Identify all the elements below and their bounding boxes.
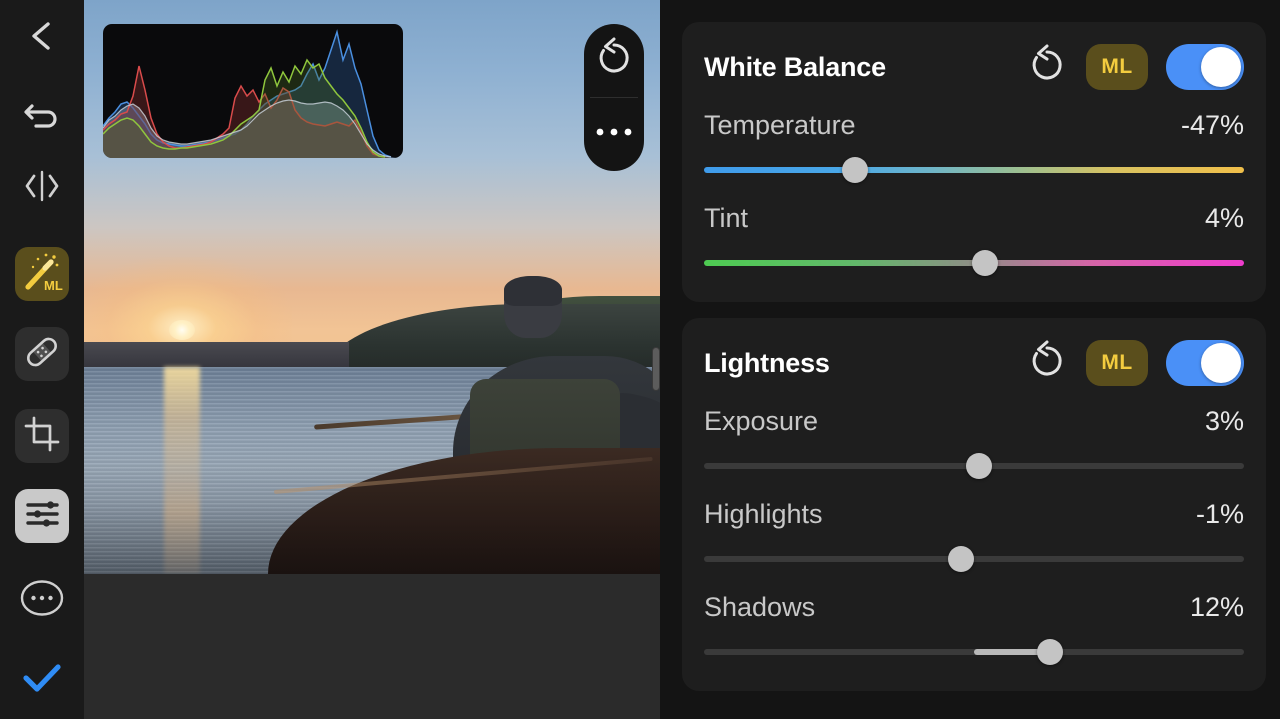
chevron-left-icon xyxy=(23,17,61,60)
card-header: Lightness ML xyxy=(704,340,1244,386)
slider-row: Temperature -47% xyxy=(704,110,1244,183)
revert-icon xyxy=(1025,43,1069,92)
header-actions: ML xyxy=(1026,340,1244,386)
slider[interactable] xyxy=(704,157,1244,183)
svg-text:ML: ML xyxy=(44,278,63,293)
more-dots-icon xyxy=(593,125,635,144)
slider-label-line: Temperature -47% xyxy=(704,110,1244,141)
slider-thumb[interactable] xyxy=(1036,639,1063,665)
more-circle-icon xyxy=(19,575,65,626)
slider-thumb[interactable] xyxy=(971,250,998,276)
checkmark-icon xyxy=(19,658,65,703)
section-toggle[interactable] xyxy=(1166,340,1244,386)
slider-label-line: Exposure 3% xyxy=(704,406,1244,437)
undo-button[interactable] xyxy=(0,88,84,144)
section-toggle[interactable] xyxy=(1166,44,1244,90)
done-button[interactable] xyxy=(0,652,84,708)
slider-row: Exposure 3% xyxy=(704,406,1244,479)
slider[interactable] xyxy=(704,546,1244,572)
toggle-knob xyxy=(1201,47,1241,87)
back-button[interactable] xyxy=(0,10,84,66)
section-card: Lightness ML Exposure 3% Highlights -1% Shadow… xyxy=(682,318,1266,691)
ml-badge-button[interactable]: ML xyxy=(1086,44,1148,90)
slider-value: -47% xyxy=(1180,110,1244,140)
section-reset-button[interactable] xyxy=(1026,44,1068,88)
section-card: White Balance ML Temperature -47% Tint 4% xyxy=(682,22,1266,302)
photo-editor: ML White Balance ML Temperature -47% Tin… xyxy=(0,0,1280,719)
adjust-button[interactable] xyxy=(0,488,84,544)
slider[interactable] xyxy=(704,639,1244,665)
histogram-overlay xyxy=(103,24,403,158)
section-reset-button[interactable] xyxy=(1026,340,1068,384)
slider-value: 12% xyxy=(1189,592,1244,622)
magic-wand-ml-icon: ML xyxy=(19,249,65,300)
bandage-icon xyxy=(23,333,61,376)
slider-label-line: Tint 4% xyxy=(704,203,1244,234)
revert-icon xyxy=(592,36,636,85)
slider-track[interactable] xyxy=(704,556,1244,562)
sliders-icon xyxy=(23,495,61,538)
slider-thumb[interactable] xyxy=(842,157,869,183)
ml-enhance-button[interactable]: ML xyxy=(0,246,84,302)
compare-button[interactable] xyxy=(0,160,84,216)
floating-action-pill xyxy=(584,24,644,171)
slider[interactable] xyxy=(704,453,1244,479)
ml-badge-button[interactable]: ML xyxy=(1086,340,1148,386)
panel-resize-handle[interactable] xyxy=(652,347,660,391)
toggle-knob xyxy=(1201,343,1241,383)
slider-thumb[interactable] xyxy=(947,546,974,572)
before-after-icon xyxy=(21,168,63,209)
slider-value: -1% xyxy=(1195,499,1244,529)
card-header: White Balance ML xyxy=(704,44,1244,90)
crop-button[interactable] xyxy=(0,408,84,464)
slider-label: Temperature xyxy=(704,110,856,140)
slider-label: Shadows xyxy=(704,592,816,622)
slider-row: Shadows 12% xyxy=(704,592,1244,665)
slider-thumb[interactable] xyxy=(966,453,993,479)
undo-icon xyxy=(22,94,62,139)
more-options-button[interactable] xyxy=(584,98,644,171)
slider-label-line: Highlights -1% xyxy=(704,499,1244,530)
slider[interactable] xyxy=(704,250,1244,276)
section-title: White Balance xyxy=(704,51,886,82)
tool-rail: ML xyxy=(0,0,84,719)
slider-track[interactable] xyxy=(704,167,1244,173)
slider-row: Tint 4% xyxy=(704,203,1244,276)
crop-icon xyxy=(23,415,61,458)
section-title: Lightness xyxy=(704,347,830,378)
slider-label-line: Shadows 12% xyxy=(704,592,1244,623)
slider-label: Exposure xyxy=(704,406,819,436)
more-button[interactable] xyxy=(0,572,84,628)
header-actions: ML xyxy=(1026,44,1244,90)
heal-button[interactable] xyxy=(0,326,84,382)
adjustments-panel: White Balance ML Temperature -47% Tint 4% Ligh… xyxy=(660,0,1280,719)
slider-value: 4% xyxy=(1204,203,1244,233)
slider-row: Highlights -1% xyxy=(704,499,1244,572)
slider-label: Highlights xyxy=(704,499,823,529)
image-canvas[interactable] xyxy=(84,0,660,719)
slider-label: Tint xyxy=(704,203,749,233)
slider-value: 3% xyxy=(1204,406,1244,436)
revert-button[interactable] xyxy=(584,24,644,97)
revert-icon xyxy=(1025,339,1069,388)
